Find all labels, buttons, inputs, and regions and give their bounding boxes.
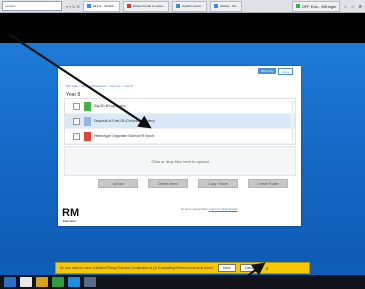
file-panel: RM Unify Apps File Data > Student/Maidst… [58,66,301,226]
home-icon[interactable]: ⌂ [344,4,346,9]
browser-icon[interactable] [68,277,80,287]
browser-tab[interactable]: Strays the file to uploa... [122,0,170,12]
page-header-band [0,13,365,43]
file-row[interactable]: Heterotype Organism Science R Inpolt [65,129,295,144]
tab-label: Apptiiiz-ovtus/... [182,4,204,8]
upload-dropzone[interactable]: Click or drop files here to upload [64,146,296,176]
copy-move-button[interactable]: Copy / Move [198,179,238,188]
tab-favicon-icon [295,4,300,8]
folder-icon[interactable] [36,277,48,287]
browser-tab-right[interactable]: OFF Edu - Mtl.login [291,0,341,12]
footer-link[interactable]: Intercom FileUploads [209,207,237,211]
browser-tab[interactable]: Apptiiiz-ovtus/... [172,0,208,12]
tab-label: Sticker - Sh... [220,4,239,8]
browser-tab-active[interactable]: All Fol... Wahkit... [82,0,120,12]
download-message: Do you want to save Cafdited-PAing-Physi… [60,266,214,270]
tab-favicon-icon [86,4,91,8]
star-icon[interactable]: ☆ [351,4,355,9]
tab-label: OFF Edu - Mtl.login [301,3,337,9]
address-bar[interactable]: ocuz/pc [2,1,62,11]
excel-icon[interactable] [52,277,64,287]
file-explorer-icon[interactable] [20,277,32,287]
tab-label: All Fol... Wahkit... [92,4,116,8]
tab-label: Strays the file to uploa... [132,4,166,8]
tab-favicon-icon [214,4,219,8]
file-row-selected[interactable]: Dispositi-of-Fuel-08 (Cefuelbtvoltalden) [65,114,295,129]
checkbox[interactable] [73,132,80,140]
checkbox[interactable] [73,117,80,125]
file-name: Dispositi-of-Fuel-08 (Cefuelbtvoltalden) [94,119,155,123]
dropzone-label: Click or drop files here to upload [151,158,209,164]
rm-logo: RM [62,207,80,219]
app-icon[interactable] [84,277,96,287]
footer-text: Need to upload files: Intercom FileUploa… [181,207,238,211]
file-name: Heterotype Organism Science R Inpolt [94,134,154,138]
rm-logo-subtitle: Education [63,219,77,223]
brand-button[interactable]: RM Unify [258,68,277,74]
create-folder-button[interactable]: Create Folder [248,179,288,188]
delete-items-button[interactable]: Delete Items [148,179,188,188]
tab-favicon-icon [176,4,181,8]
save-button[interactable]: Save [217,264,236,272]
download-notification-bar: Do you want to save Cafdited-PAing-Physi… [55,262,310,274]
file-list: Sig-0D-B1.spbw.doc Dispositi-of-Fuel-08 … [64,98,296,145]
file-row[interactable]: Sig-0D-B1.spbw.doc [65,99,295,114]
cancel-button[interactable]: Cancel [239,264,261,272]
close-icon[interactable]: ✕ [266,266,269,271]
apps-button[interactable]: Apps [278,68,294,75]
breadcrumb[interactable]: File Data > Student/Maidstone > Science … [66,84,132,88]
document-icon [84,101,91,111]
gear-icon[interactable]: ⚙ [358,4,362,9]
footer-prefix: Need to upload files: [181,207,209,211]
browser-tab-bar: ocuz/pc ⌕ ▾ ↻ ✕ All Fol... Wahkit... Str… [0,0,365,13]
file-name: Sig-0D-B1.spbw.doc [94,104,126,108]
upload-button[interactable]: Upload [98,179,138,188]
start-icon[interactable] [4,277,16,287]
checkbox[interactable] [73,102,80,110]
scrollbar[interactable] [291,101,294,141]
document-icon [84,116,91,126]
taskbar [0,275,365,289]
browser-tab[interactable]: Sticker - Sh... [210,0,243,12]
pdf-icon [84,131,91,141]
nav-icons[interactable]: ⌕ ▾ ↻ ✕ [66,4,80,9]
tab-favicon-icon [126,4,131,8]
